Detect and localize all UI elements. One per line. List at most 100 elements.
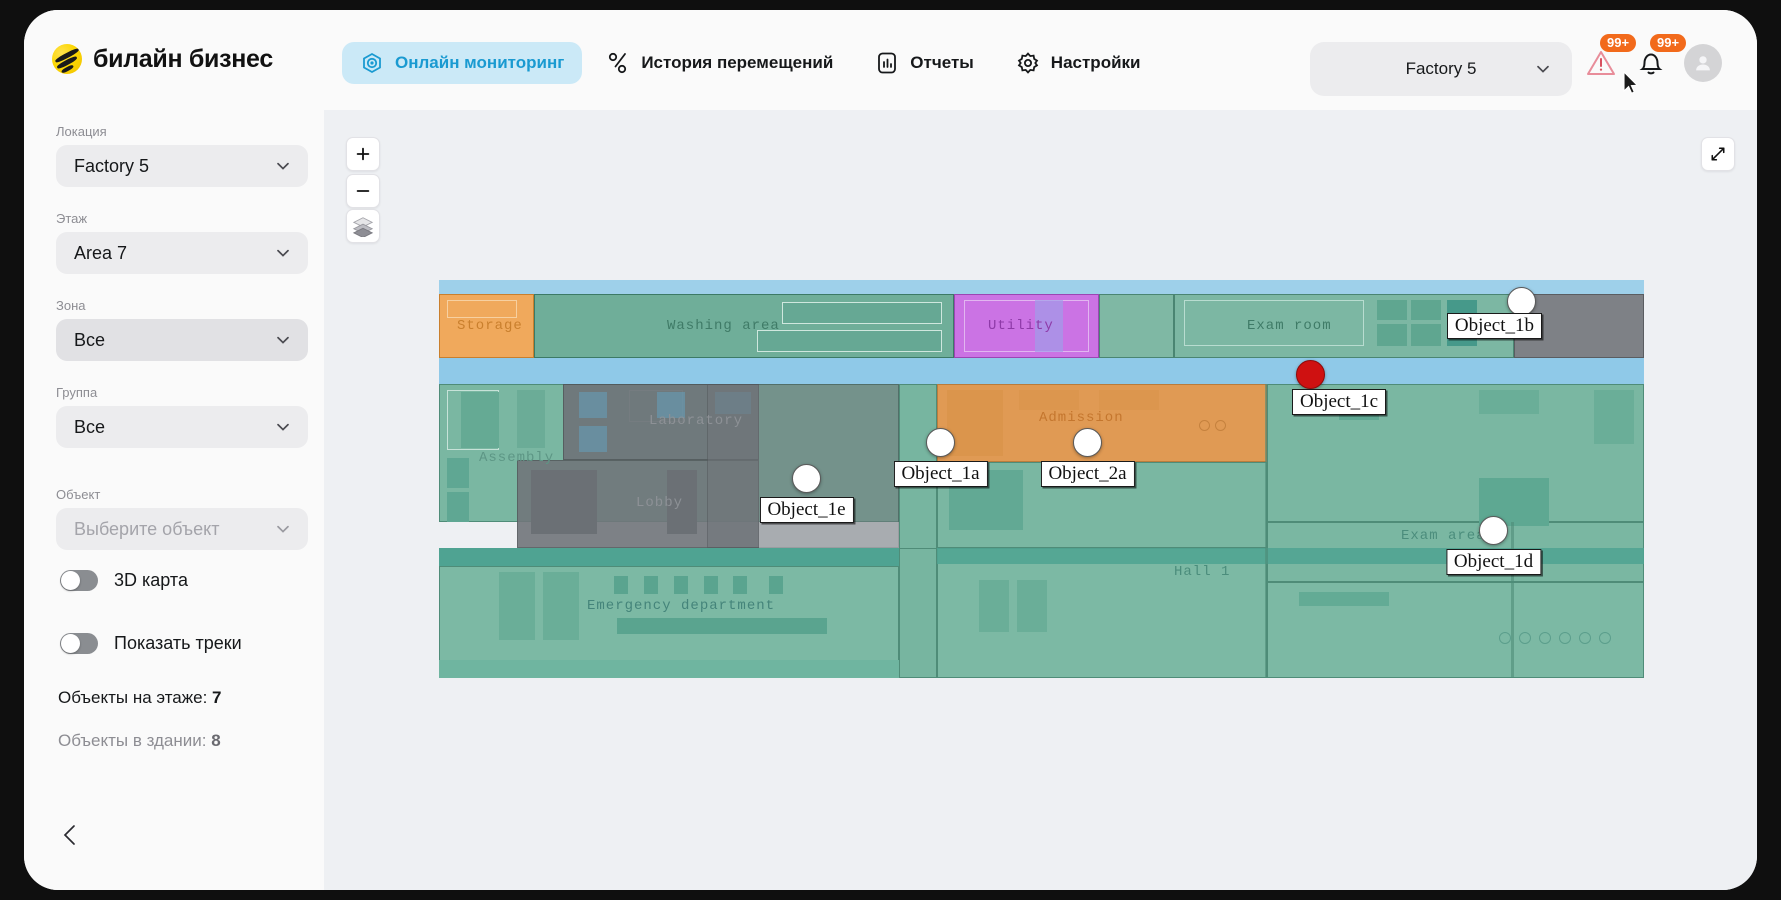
marker-dot[interactable] bbox=[1073, 428, 1102, 457]
zone-label-hall-1: Hall 1 bbox=[1174, 564, 1230, 580]
zone-label-exam-room: Exam room bbox=[1247, 318, 1332, 334]
field-label: Локация bbox=[56, 124, 308, 139]
field-label: Этаж bbox=[56, 211, 308, 226]
object-select[interactable]: Выберите объект bbox=[56, 508, 308, 550]
zone-label-emergency: Emergency department bbox=[587, 598, 775, 614]
nav-item-reports[interactable]: Отчеты bbox=[857, 42, 992, 84]
route-path-icon bbox=[606, 51, 630, 75]
toggle-switch[interactable] bbox=[60, 633, 98, 654]
zone-label-storage: Storage bbox=[457, 318, 523, 334]
map-marker-object-1c[interactable]: Object_1c bbox=[1296, 360, 1325, 389]
field-label: Группа bbox=[56, 385, 308, 400]
sidebar-field-object: Объект Выберите объект bbox=[56, 487, 308, 550]
beeline-bee-icon bbox=[52, 44, 82, 74]
app-window: билайн бизнес Онлайн мониторинг bbox=[24, 10, 1757, 890]
notifications-badge: 99+ bbox=[1650, 34, 1686, 52]
map-marker-object-2a[interactable]: Object_2a bbox=[1073, 428, 1102, 457]
layers-icon bbox=[352, 215, 374, 237]
marker-label: Object_1a bbox=[893, 461, 987, 487]
alerts-badge: 99+ bbox=[1600, 34, 1636, 52]
alerts-button[interactable]: 99+ bbox=[1584, 46, 1618, 80]
field-label: Зона bbox=[56, 298, 308, 313]
chevron-down-icon bbox=[274, 520, 292, 538]
marker-dot[interactable] bbox=[1507, 287, 1536, 316]
nav-label: Настройки bbox=[1051, 53, 1141, 73]
app-header: билайн бизнес Онлайн мониторинг bbox=[24, 10, 1757, 110]
group-select-value: Все bbox=[74, 417, 105, 438]
chevron-down-icon bbox=[1534, 60, 1552, 78]
notifications-button[interactable]: 99+ bbox=[1634, 46, 1668, 80]
floor-select-value: Area 7 bbox=[74, 243, 127, 264]
nav-label: Онлайн мониторинг bbox=[395, 53, 564, 73]
chevron-down-icon bbox=[274, 418, 292, 436]
zone-label-lobby: Lobby bbox=[636, 495, 683, 511]
marker-label: Object_1b bbox=[1447, 313, 1542, 339]
zone-select[interactable]: Все bbox=[56, 319, 308, 361]
brand-logo[interactable]: билайн бизнес bbox=[52, 44, 273, 74]
toggle-label: 3D карта bbox=[114, 570, 188, 591]
chevron-down-icon bbox=[274, 157, 292, 175]
sidebar-field-zone: Зона Все bbox=[56, 298, 308, 361]
marker-dot[interactable] bbox=[1479, 516, 1508, 545]
toggle-label: Показать треки bbox=[114, 633, 242, 654]
toggle-3d-map[interactable]: 3D карта bbox=[60, 570, 188, 591]
zone-select-value: Все bbox=[74, 330, 105, 351]
sidebar-collapse-button[interactable] bbox=[58, 822, 84, 848]
nav-item-online-monitoring[interactable]: Онлайн мониторинг bbox=[342, 42, 582, 84]
marker-label: Object_2a bbox=[1040, 461, 1134, 487]
location-select-value: Factory 5 bbox=[74, 156, 149, 177]
main-navigation: Онлайн мониторинг История перемещений bbox=[342, 42, 1159, 84]
counter-label: Объекты в здании: bbox=[58, 731, 211, 750]
header-location-select[interactable]: Factory 5 bbox=[1310, 42, 1572, 96]
map-canvas[interactable]: Storage Washing area Utility Exam room L… bbox=[324, 110, 1757, 890]
group-select[interactable]: Все bbox=[56, 406, 308, 448]
map-marker-object-1a[interactable]: Object_1a bbox=[926, 428, 955, 457]
zone-label-laboratory: Laboratory bbox=[649, 413, 743, 429]
sidebar-field-location: Локация Factory 5 bbox=[56, 124, 308, 187]
location-select[interactable]: Factory 5 bbox=[56, 145, 308, 187]
sidebar: Локация Factory 5 Этаж Area 7 Зона Все bbox=[24, 110, 325, 890]
marker-dot[interactable] bbox=[1296, 360, 1325, 389]
counter-objects-in-building: Объекты в здании: 8 bbox=[58, 731, 221, 751]
zone-label-assembly: Assembly bbox=[479, 450, 554, 466]
marker-dot[interactable] bbox=[926, 428, 955, 457]
user-avatar-icon bbox=[1692, 52, 1714, 74]
zone-label-admission: Admission bbox=[1039, 410, 1124, 426]
brand-name: билайн бизнес bbox=[93, 45, 273, 74]
sidebar-field-group: Группа Все bbox=[56, 385, 308, 448]
map-marker-object-1e[interactable]: Object_1e bbox=[792, 464, 821, 493]
zone-label-exam-area: Exam area bbox=[1401, 528, 1486, 544]
toggle-switch[interactable] bbox=[60, 570, 98, 591]
plus-icon bbox=[354, 145, 372, 163]
map-marker-object-1d[interactable]: Object_1d bbox=[1479, 516, 1508, 545]
marker-label: Object_1d bbox=[1446, 549, 1541, 575]
map-marker-object-1b[interactable]: Object_1b bbox=[1507, 287, 1536, 316]
marker-label: Object_1e bbox=[759, 497, 853, 523]
counter-value: 8 bbox=[211, 731, 220, 750]
map-fullscreen-button[interactable] bbox=[1701, 137, 1735, 171]
chevron-left-icon bbox=[58, 822, 84, 848]
toggle-show-tracks[interactable]: Показать треки bbox=[60, 633, 242, 654]
chevron-down-icon bbox=[274, 244, 292, 262]
nav-item-movement-history[interactable]: История перемещений bbox=[588, 42, 851, 84]
nav-item-settings[interactable]: Настройки bbox=[998, 42, 1159, 84]
map-zoom-out-button[interactable] bbox=[346, 174, 380, 208]
bar-chart-icon bbox=[875, 51, 899, 75]
header-actions: 99+ 99+ bbox=[1584, 44, 1722, 82]
counter-label: Объекты на этаже: bbox=[58, 688, 212, 707]
header-location-value: Factory 5 bbox=[1406, 59, 1477, 79]
floor-select[interactable]: Area 7 bbox=[56, 232, 308, 274]
expand-arrows-icon bbox=[1709, 145, 1727, 163]
map-layers-button[interactable] bbox=[346, 209, 380, 243]
counter-objects-on-floor: Объекты на этаже: 7 bbox=[58, 688, 222, 708]
zone-label-washing: Washing area bbox=[667, 318, 780, 334]
sidebar-field-floor: Этаж Area 7 bbox=[56, 211, 308, 274]
counter-value: 7 bbox=[212, 688, 221, 707]
map-zoom-in-button[interactable] bbox=[346, 137, 380, 171]
user-avatar[interactable] bbox=[1684, 44, 1722, 82]
marker-dot[interactable] bbox=[792, 464, 821, 493]
nav-label: Отчеты bbox=[910, 53, 974, 73]
floor-plan[interactable]: Storage Washing area Utility Exam room L… bbox=[439, 280, 1644, 678]
minus-icon bbox=[354, 182, 372, 200]
object-select-value: Выберите объект bbox=[74, 519, 220, 540]
